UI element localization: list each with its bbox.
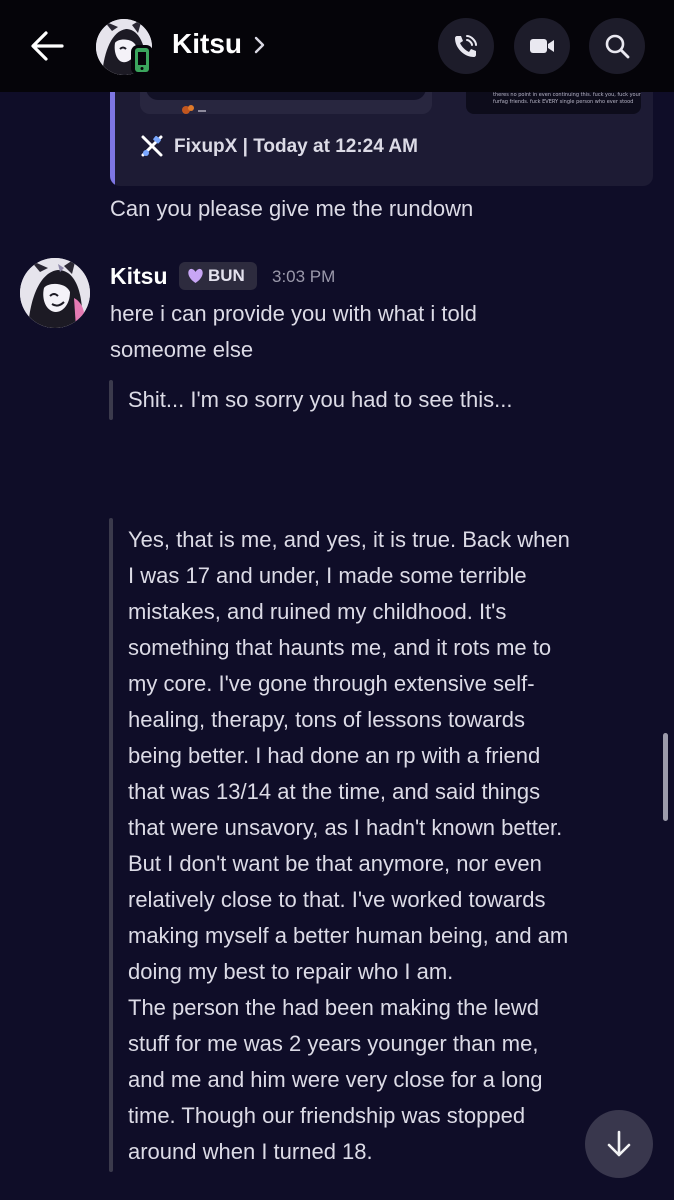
quote-bar [109,518,113,1172]
message-author[interactable]: Kitsu [110,260,168,292]
quote-line: mistakes, and ruined my childhood. It's [128,599,507,624]
mobile-icon [135,48,149,72]
quote-line: stuff for me was 2 years younger than me… [128,1031,539,1056]
message-line: someome else [110,337,254,362]
chevron-right-icon[interactable] [252,30,268,60]
contact-name[interactable]: Kitsu [172,26,242,62]
phone-icon [455,35,477,57]
quote-line: doing my best to repair who I am. [128,959,454,984]
server-tag-label: BUN [208,266,245,285]
video-call-button[interactable] [514,18,570,74]
quote-line: making myself a better human being, and … [128,923,569,948]
search-icon [605,34,630,59]
previous-message-text: Can you please give me the rundown [110,196,474,221]
scrollbar-thumb[interactable] [663,733,668,821]
message-line: here i can provide you with what i told [110,301,477,326]
quote-line: being better. I had done an rp with a fr… [128,743,541,768]
chat-header: Kitsu [0,0,674,92]
arrow-down-icon [607,1130,631,1157]
chat-screen: theres no point in even continuing this.… [0,0,674,1200]
quote-line: that were unsavory, as I hadn't known be… [128,815,563,840]
quote-bar [109,380,113,420]
author-avatar[interactable] [20,258,90,328]
mobile-status-indicator [131,45,153,75]
server-tag-badge[interactable]: BUN [179,262,257,290]
quote-line: healing, therapy, tons of lessons toward… [128,707,526,732]
embed-image-text: theres no point in even continuing this.… [493,92,641,106]
voice-call-button[interactable] [438,18,494,74]
quote-line: and me and him were very close for a lon… [128,1067,543,1092]
quote-line: relatively close to that. I've worked to… [128,887,546,912]
search-button[interactable] [589,18,645,74]
quote-line: I was 17 and under, I made some terrible [128,563,527,588]
quote-line: around when I turned 18. [128,1139,373,1164]
back-arrow-icon [31,31,64,61]
quote-line: that was 13/14 at the time, and said thi… [128,779,541,804]
heart-icon [187,268,204,284]
quote-line: Yes, that is me, and yes, it is true. Ba… [128,527,570,552]
quote-text: Shit... I'm so sorry you had to see this… [128,387,513,412]
quote-line: The person the had been making the lewd [128,995,539,1020]
quote-line: something that haunts me, and it rots me… [128,635,552,660]
quote-line: time. Though our friendship was stopped [128,1103,526,1128]
jump-to-present-button[interactable] [585,1110,653,1178]
quote-line: my core. I've gone through extensive sel… [128,671,535,696]
video-camera-icon [530,39,554,53]
message-body: here i can provide you with what i told … [110,296,630,368]
back-button[interactable] [24,24,72,68]
fixupx-logo-icon [140,134,164,158]
embed-image-caption-2: furfag friends. fuck EVERY single person… [493,99,634,105]
embed-image-caption-1: theres no point in even continuing this.… [493,92,641,98]
quote-block: Yes, that is me, and yes, it is true. Ba… [128,522,658,1170]
quote-line: But I don't want be that anymore, nor ev… [128,851,542,876]
embed-source-label[interactable]: FixupX | Today at 12:24 AM [174,134,418,160]
message-timestamp: 3:03 PM [272,267,336,286]
